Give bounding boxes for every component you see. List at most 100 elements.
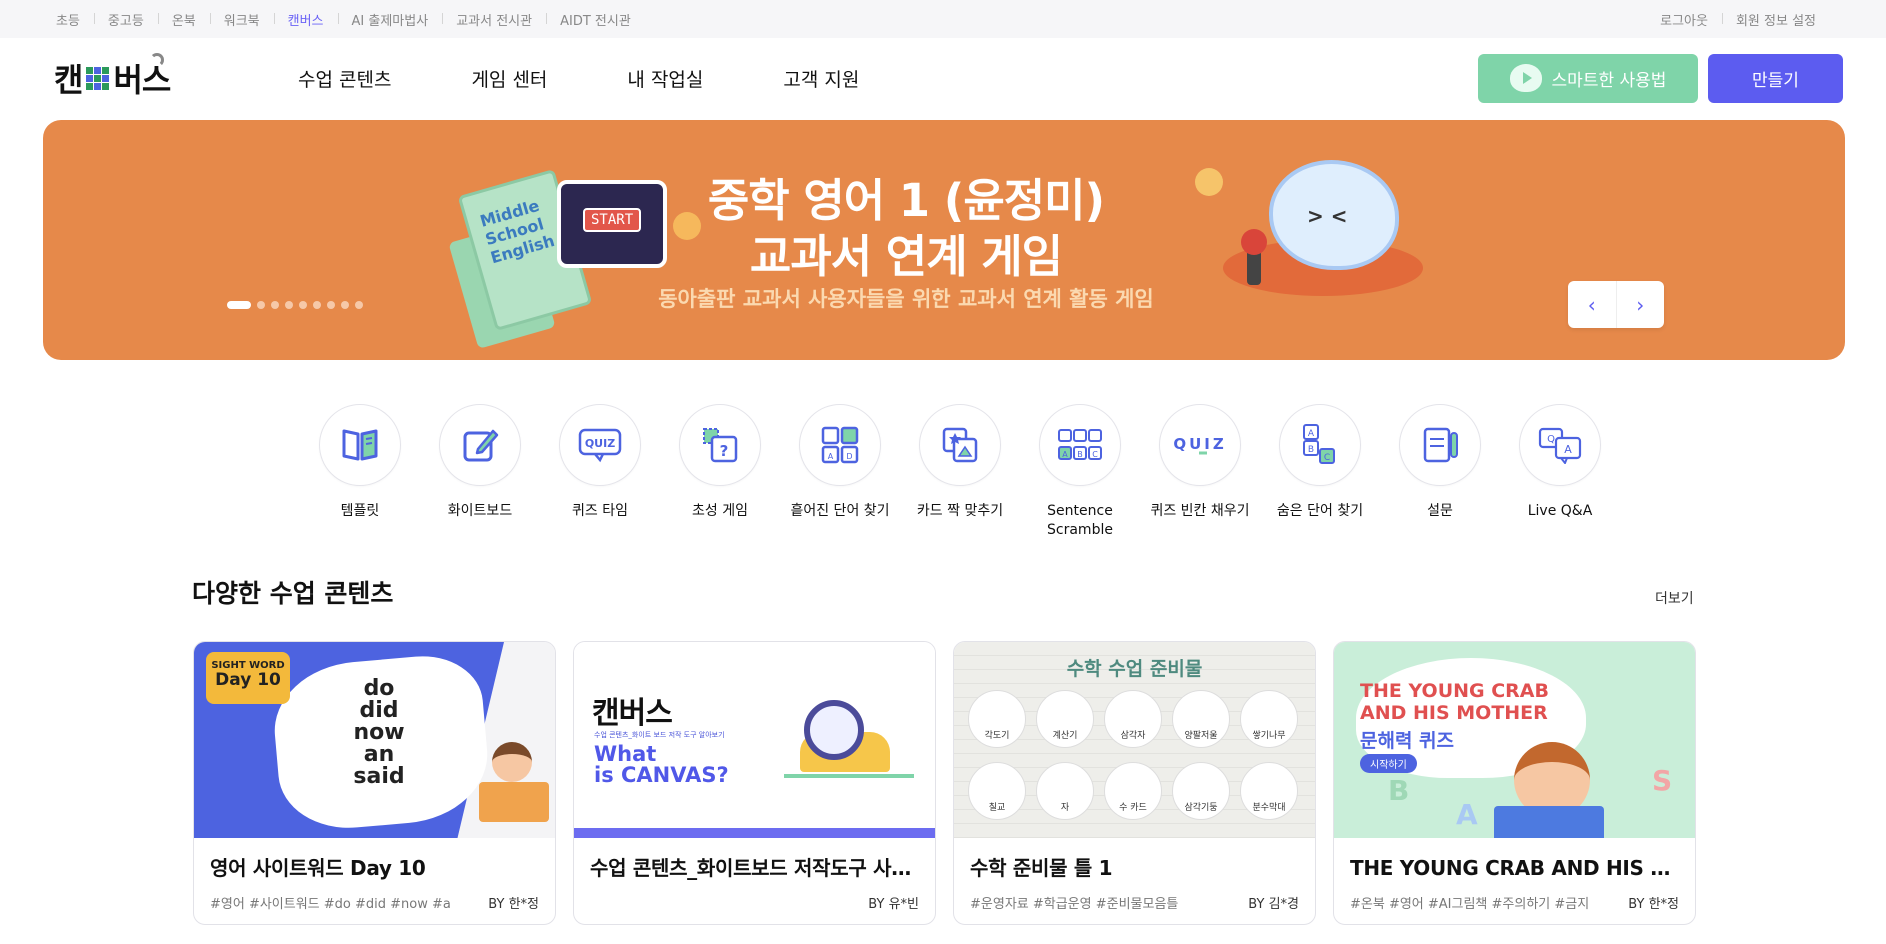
svg-text:A: A [1062, 450, 1068, 459]
svg-text:D: D [846, 452, 852, 461]
template-item-template[interactable]: 템플릿 [300, 404, 420, 540]
template-item-hidden-words[interactable]: ABC 숨은 단어 찾기 [1260, 404, 1380, 540]
template-label: Sentence Scramble [1047, 503, 1113, 538]
nav-item-my-workspace[interactable]: 내 작업실 [627, 65, 703, 92]
pagination-dot[interactable] [227, 301, 251, 309]
sight-word: an [363, 742, 395, 767]
content-card-list: do did now an said SIGHT WORD Day 10 영어 … [193, 641, 1696, 925]
sight-word-list: do did now an said [324, 678, 434, 788]
pagination-dot[interactable] [327, 301, 335, 309]
thumbnail-footer-bar [574, 828, 935, 838]
card-title: THE YOUNG CRAB AND HIS MOTHER 문해력 퀴즈 [1350, 856, 1679, 880]
question-card-icon: ? [679, 404, 761, 486]
card-author: BY 한*정 [1628, 897, 1679, 912]
magnifier-icon [804, 700, 864, 760]
logout-link[interactable]: 로그아웃 [1646, 10, 1722, 29]
content-card[interactable]: 캔버스 수업 콘텐츠_화이트 보드 저작 도구 알아보기 What is CAN… [573, 641, 936, 925]
pagination-dot[interactable] [299, 301, 307, 309]
student-illustration [492, 742, 532, 782]
template-item-live-qa[interactable]: QA Live Q&A [1500, 404, 1620, 540]
supply-item: 수 카드 [1104, 762, 1162, 820]
quiz-blank-icon: QUIZ [1159, 404, 1241, 486]
template-item-sentence-scramble[interactable]: ABC Sentence Scramble [1020, 404, 1140, 540]
service-links: 초등 중고등 온북 워크북 캔버스 AI 출제마법사 교과서 전시관 AIDT … [56, 10, 645, 29]
logo-grid-icon [86, 66, 110, 90]
topbar-link-elementary[interactable]: 초등 [56, 10, 94, 29]
content-card[interactable]: do did now an said SIGHT WORD Day 10 영어 … [193, 641, 556, 925]
content-card[interactable]: THE YOUNG CRAB AND HIS MOTHER 문해력 퀴즈 시작하… [1333, 641, 1696, 925]
template-label: 템플릿 [340, 503, 380, 519]
card-tags: #영어 #사이트워드 #do #did #now #an #said [210, 897, 450, 912]
thumbnail-title-line1: THE YOUNG CRAB [1360, 680, 1549, 702]
svg-text:A: A [1308, 429, 1315, 439]
topbar-link-secondary[interactable]: 중고등 [93, 10, 158, 29]
template-label: 퀴즈 타임 [572, 503, 628, 519]
pagination-dot[interactable] [313, 301, 321, 309]
survey-icon [1399, 404, 1481, 486]
create-button[interactable]: 만들기 [1708, 53, 1843, 103]
topbar-link-textbook-gallery[interactable]: 교과서 전시관 [442, 10, 546, 29]
letter-b-decoration-icon: B [1388, 774, 1410, 807]
card-thumbnail: THE YOUNG CRAB AND HIS MOTHER 문해력 퀴즈 시작하… [1334, 642, 1695, 838]
svg-text:C: C [1092, 450, 1098, 459]
topbar-link-canvas[interactable]: 캔버스 [273, 10, 338, 29]
headline-line1: What [594, 742, 657, 766]
topbar-link-ai-question-wizard[interactable]: AI 출제마법사 [337, 10, 443, 29]
supply-item: 쌓기나무 [1240, 690, 1298, 748]
sight-word: said [353, 764, 405, 789]
template-item-quiz-time[interactable]: QUIZ 퀴즈 타임 [540, 404, 660, 540]
template-label: 퀴즈 빈칸 채우기 [1150, 503, 1250, 519]
nav-item-lesson-content[interactable]: 수업 콘텐츠 [298, 65, 391, 92]
nav-item-game-center[interactable]: 게임 센터 [471, 65, 547, 92]
topbar-link-onbook[interactable]: 온북 [157, 10, 210, 29]
template-item-scattered-words[interactable]: AD 흩어진 단어 찾기 [780, 404, 900, 540]
section-title: 다양한 수업 콘텐츠 [192, 579, 394, 608]
account-links: 로그아웃 회원 정보 설정 [1646, 10, 1830, 29]
content-card[interactable]: 수학 수업 준비물 각도기 계산기 삼각자 양팔저울 쌓기나무 칠교 자 수 카… [953, 641, 1316, 925]
template-item-initial-game[interactable]: ? 초성 게임 [660, 404, 780, 540]
quiz-bubble-icon: QUIZ [559, 404, 641, 486]
svg-text:A: A [828, 452, 834, 461]
play-mascot-icon [1509, 64, 1542, 92]
pagination-dot[interactable] [355, 301, 363, 309]
pencil-edit-icon [439, 404, 521, 486]
template-item-survey[interactable]: 설문 [1380, 404, 1500, 540]
pagination-dot[interactable] [341, 301, 349, 309]
banner-pagination [227, 301, 363, 309]
template-item-card-match[interactable]: 카드 짝 맞추기 [900, 404, 1020, 540]
desk-illustration [479, 782, 549, 822]
card-title: 수학 준비물 틀 1 [970, 856, 1113, 880]
card-thumbnail: 캔버스 수업 콘텐츠_화이트 보드 저작 도구 알아보기 What is CAN… [574, 642, 935, 838]
card-title: 수업 콘텐츠_화이트보드 저작도구 사용법 알아보기 [590, 856, 919, 880]
floor-line [784, 774, 914, 778]
card-thumbnail: 수학 수업 준비물 각도기 계산기 삼각자 양팔저울 쌓기나무 칠교 자 수 카… [954, 642, 1315, 838]
banner-prev-button[interactable]: ‹ [1568, 281, 1616, 328]
account-settings-link[interactable]: 회원 정보 설정 [1721, 10, 1830, 29]
template-label: 설문 [1427, 503, 1453, 519]
see-more-link[interactable]: 더보기 [1655, 588, 1694, 608]
pagination-dot[interactable] [271, 301, 279, 309]
banner-next-button[interactable]: › [1615, 281, 1665, 328]
svg-text:A: A [1564, 443, 1572, 456]
pagination-dot[interactable] [257, 301, 265, 309]
topbar-link-aidt-gallery[interactable]: AIDT 전시관 [546, 10, 645, 29]
letter-s-decoration-icon: S [1652, 764, 1673, 797]
card-author: BY 김*경 [1248, 897, 1299, 912]
main-nav: 수업 콘텐츠 게임 센터 내 작업실 고객 지원 [298, 65, 859, 92]
hidden-letters-icon: ABC [1279, 404, 1361, 486]
template-item-whiteboard[interactable]: 화이트보드 [420, 404, 540, 540]
main-header: 캔 버스 수업 콘텐츠 게임 센터 내 작업실 고객 지원 스마트한 사용법 만… [0, 38, 1886, 118]
supply-item: 칠교 [968, 762, 1026, 820]
topbar-link-workbook[interactable]: 워크북 [209, 10, 274, 29]
nav-item-customer-support[interactable]: 고객 지원 [783, 65, 859, 92]
pagination-dot[interactable] [285, 301, 293, 309]
svg-text:QUIZ: QUIZ [1174, 435, 1226, 453]
hero-banner[interactable]: Middle School English START 중학 영어 1 (윤정미… [43, 120, 1845, 360]
template-label: Live Q&A [1527, 503, 1593, 519]
template-item-quiz-blank[interactable]: QUIZ 퀴즈 빈칸 채우기 [1140, 404, 1260, 540]
supply-item: 계산기 [1036, 690, 1094, 748]
canvas-logo[interactable]: 캔 버스 [54, 53, 244, 101]
smart-guide-button[interactable]: 스마트한 사용법 [1478, 53, 1698, 103]
template-label: 카드 짝 맞추기 [916, 503, 1004, 519]
card-thumbnail: do did now an said SIGHT WORD Day 10 [194, 642, 555, 838]
